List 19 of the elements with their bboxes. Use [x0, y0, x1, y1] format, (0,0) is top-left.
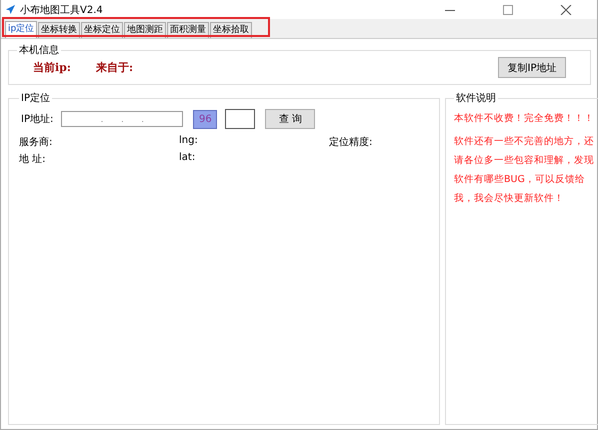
- field-label: IP地址:: [21, 112, 54, 126]
- field-label: 地 址:: [19, 152, 47, 166]
- captcha-input-field[interactable]: [225, 109, 256, 129]
- description-text: 本软件不收费！完全免费！！！: [454, 112, 594, 126]
- group-title: 软件说明: [455, 92, 497, 105]
- source-label: 来自于:: [96, 60, 133, 75]
- group-title: 本机信息: [18, 44, 60, 57]
- group-title: IP定位: [20, 92, 51, 105]
- field-label: 服务商:: [19, 136, 54, 149]
- query-button[interactable]: 查 询: [265, 109, 316, 129]
- description-text: 软件还有一些不完善的地方，还请各位多一些包容和理解，发现软件有哪些BUG，可以反馈给我，我会尽快更新软件！: [454, 135, 594, 206]
- ip-input-field[interactable]: . . .: [61, 111, 184, 127]
- current-ip-label: 当前ip:: [33, 60, 71, 75]
- field-label: 定位精度:: [329, 136, 374, 149]
- app-icon: [5, 4, 16, 15]
- field-label: lat:: [179, 152, 196, 165]
- window-title: 小布地图工具V2.4: [20, 4, 104, 16]
- field-label: lng:: [179, 135, 199, 148]
- copy-ip-button[interactable]: 复制IP地址: [498, 57, 566, 78]
